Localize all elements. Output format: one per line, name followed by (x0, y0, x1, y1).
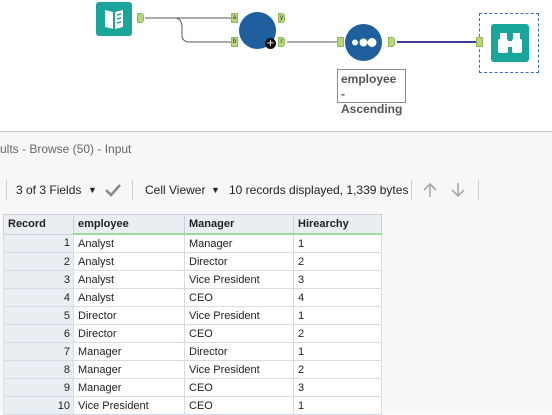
sort-tool-annotation: employee - Ascending (337, 69, 406, 116)
results-panel: ults - Browse (50) - Input 3 of 3 Fields… (0, 131, 552, 415)
manager-cell[interactable]: CEO (184, 324, 294, 343)
column-header-record[interactable]: Record (3, 214, 74, 235)
sort-dots-icon (352, 38, 377, 47)
input-tool[interactable] (96, 2, 132, 36)
hierarchy-cell[interactable]: 1 (293, 396, 382, 415)
connection-input-to-join-b (145, 17, 232, 43)
hierarchy-cell[interactable]: 2 (293, 360, 382, 379)
column-header-employee[interactable]: employee (73, 214, 185, 235)
results-toolbar: 3 of 3 Fields ▼ Cell Viewer ▼ 10 records… (0, 172, 552, 205)
table-row[interactable]: 6 Director CEO 2 (3, 324, 382, 343)
manager-cell[interactable]: CEO (184, 288, 294, 307)
hierarchy-cell[interactable]: 3 (293, 270, 382, 289)
grid-header-row: Record employee Manager Hirearchy (3, 214, 382, 235)
join-input-anchor-b[interactable]: b (231, 37, 238, 47)
browse-input-anchor[interactable] (476, 37, 483, 47)
table-row[interactable]: 10 Vice President CEO 1 (3, 396, 382, 415)
records-info: 10 records displayed, 1,339 bytes (229, 183, 409, 197)
plus-icon: + (265, 38, 276, 49)
hierarchy-cell[interactable]: 1 (293, 342, 382, 361)
manager-cell[interactable]: Manager (184, 233, 294, 253)
hierarchy-cell[interactable]: 4 (293, 288, 382, 307)
manager-cell[interactable]: CEO (184, 396, 294, 415)
table-row[interactable]: 5 Director Vice President 1 (3, 306, 382, 325)
toolbar-divider (478, 180, 479, 200)
employee-cell[interactable]: Analyst (73, 233, 185, 253)
table-row[interactable]: 9 Manager CEO 3 (3, 378, 382, 397)
employee-cell[interactable]: Manager (73, 360, 185, 379)
hierarchy-cell[interactable]: 2 (293, 252, 382, 271)
workflow-canvas[interactable]: a b + y r employee - Ascending (0, 0, 552, 130)
sort-input-anchor[interactable] (337, 37, 344, 47)
manager-cell[interactable]: CEO (184, 378, 294, 397)
fields-selector-label[interactable]: 3 of 3 Fields (16, 183, 81, 197)
employee-cell[interactable]: Director (73, 306, 185, 325)
toolbar-divider (411, 180, 412, 200)
join-output-anchor-y[interactable]: y (278, 13, 285, 23)
results-panel-title: ults - Browse (50) - Input (0, 142, 132, 156)
manager-cell[interactable]: Director (184, 342, 294, 361)
employee-cell[interactable]: Analyst (73, 288, 185, 307)
column-header-manager[interactable]: Manager (184, 214, 294, 235)
binoculars-icon (498, 33, 522, 53)
record-cell[interactable]: 7 (3, 342, 74, 361)
manager-cell[interactable]: Vice President (184, 306, 294, 325)
results-grid: Record employee Manager Hirearchy 1 Analy… (3, 214, 382, 415)
employee-cell[interactable]: Analyst (73, 252, 185, 271)
cell-viewer-selector[interactable]: Cell Viewer (145, 183, 205, 197)
record-cell[interactable]: 4 (3, 288, 74, 307)
record-cell[interactable]: 3 (3, 270, 74, 289)
hierarchy-cell[interactable]: 1 (293, 233, 382, 253)
browse-tool[interactable] (491, 24, 529, 62)
record-cell[interactable]: 8 (3, 360, 74, 379)
table-row[interactable]: 3 Analyst Vice President 3 (3, 270, 382, 289)
manager-cell[interactable]: Director (184, 252, 294, 271)
table-row[interactable]: 2 Analyst Director 2 (3, 252, 382, 271)
hierarchy-cell[interactable]: 2 (293, 324, 382, 343)
table-row[interactable]: 1 Analyst Manager 1 (3, 233, 382, 253)
record-cell[interactable]: 10 (3, 396, 74, 415)
employee-cell[interactable]: Manager (73, 378, 185, 397)
employee-cell[interactable]: Analyst (73, 270, 185, 289)
manager-cell[interactable]: Vice President (184, 360, 294, 379)
column-header-hierarchy[interactable]: Hirearchy (293, 214, 382, 235)
record-cell[interactable]: 2 (3, 252, 74, 271)
join-output-anchor-r[interactable]: r (278, 37, 285, 47)
record-cell[interactable]: 9 (3, 378, 74, 397)
hierarchy-cell[interactable]: 3 (293, 378, 382, 397)
workflow-connections (145, 17, 477, 43)
table-row[interactable]: 4 Analyst CEO 4 (3, 288, 382, 307)
arrow-up-icon[interactable] (422, 181, 438, 199)
table-row[interactable]: 8 Manager Vice President 2 (3, 360, 382, 379)
chevron-down-icon[interactable]: ▼ (88, 185, 97, 195)
record-cell[interactable]: 6 (3, 324, 74, 343)
employee-cell[interactable]: Vice President (73, 396, 185, 415)
grid-body: 1 Analyst Manager 1 2 Analyst Director 2 3 Analys… (3, 233, 382, 415)
arrow-down-icon[interactable] (450, 181, 466, 199)
manager-cell[interactable]: Vice President (184, 270, 294, 289)
hierarchy-cell[interactable]: 1 (293, 306, 382, 325)
employee-cell[interactable]: Manager (73, 342, 185, 361)
sort-tool[interactable] (345, 24, 382, 61)
toolbar-divider (6, 180, 7, 200)
table-row[interactable]: 7 Manager Director 1 (3, 342, 382, 361)
sort-output-anchor[interactable] (388, 37, 395, 47)
chevron-down-icon[interactable]: ▼ (211, 185, 220, 195)
join-input-anchor-a[interactable]: a (231, 13, 238, 23)
book-icon (105, 10, 123, 29)
record-cell[interactable]: 5 (3, 306, 74, 325)
input-output-anchor[interactable] (137, 13, 144, 23)
employee-cell[interactable]: Director (73, 324, 185, 343)
record-cell[interactable]: 1 (3, 233, 74, 253)
toolbar-divider (132, 180, 133, 200)
check-icon[interactable] (104, 182, 122, 198)
